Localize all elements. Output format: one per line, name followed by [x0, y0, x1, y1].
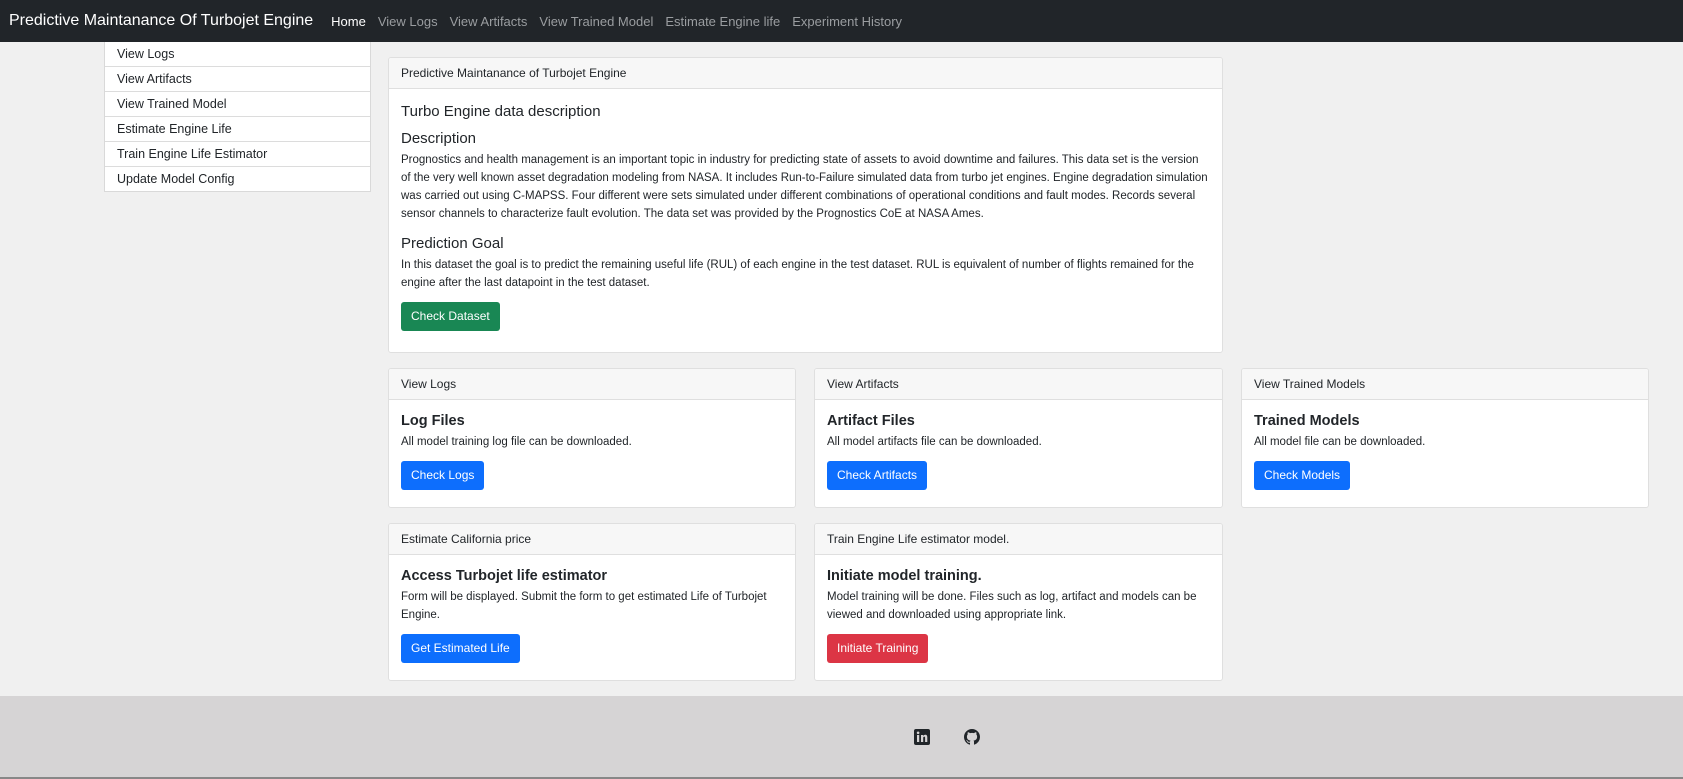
- card-title: Artifact Files: [827, 413, 915, 429]
- check-dataset-button[interactable]: Check Dataset: [401, 302, 500, 331]
- sidebar-item-update-model-config[interactable]: Update Model Config: [105, 166, 370, 191]
- card-header: Estimate California price: [389, 524, 795, 555]
- card-text: All model file can be downloaded.: [1254, 436, 1426, 448]
- card-text: All model training log file can be downl…: [401, 436, 632, 448]
- nav-home[interactable]: Home: [331, 14, 366, 29]
- card-text: Form will be displayed. Submit the form …: [401, 591, 767, 621]
- nav-view-trained-model[interactable]: View Trained Model: [539, 14, 653, 29]
- description-card: Predictive Maintanance of Turbojet Engin…: [388, 57, 1223, 353]
- sidebar: View Logs View Artifacts View Trained Mo…: [104, 42, 371, 192]
- sidebar-item-train-engine-life-estimator[interactable]: Train Engine Life Estimator: [105, 141, 370, 166]
- github-icon[interactable]: [964, 729, 980, 745]
- initiate-training-button[interactable]: Initiate Training: [827, 634, 929, 663]
- train-model-card: Train Engine Life estimator model. Initi…: [814, 523, 1223, 681]
- sidebar-item-view-trained-model[interactable]: View Trained Model: [105, 91, 370, 116]
- footer: [0, 696, 1683, 779]
- view-trained-models-card: View Trained Models Trained Models All m…: [1241, 368, 1649, 508]
- sidebar-item-view-logs[interactable]: View Logs: [105, 42, 370, 66]
- description-heading: Description: [401, 130, 477, 147]
- prediction-goal-text: In this dataset the goal is to predict t…: [401, 259, 1194, 289]
- check-artifacts-button[interactable]: Check Artifacts: [827, 461, 928, 490]
- nav-experiment-history[interactable]: Experiment History: [792, 14, 902, 29]
- card-header: Predictive Maintanance of Turbojet Engin…: [389, 58, 1222, 89]
- check-models-button[interactable]: Check Models: [1254, 461, 1351, 490]
- card-title: Access Turbojet life estimator: [401, 568, 608, 584]
- sidebar-item-estimate-engine-life[interactable]: Estimate Engine Life: [105, 116, 370, 141]
- get-estimated-life-button[interactable]: Get Estimated Life: [401, 634, 520, 663]
- nav-estimate-engine-life[interactable]: Estimate Engine life: [665, 14, 780, 29]
- linkedin-icon[interactable]: [914, 729, 930, 745]
- card-header: View Logs: [389, 369, 795, 400]
- description-text: Prognostics and health management is an …: [401, 154, 1208, 220]
- sidebar-item-view-artifacts[interactable]: View Artifacts: [105, 66, 370, 91]
- view-artifacts-card: View Artifacts Artifact Files All model …: [814, 368, 1223, 508]
- estimate-life-card: Estimate California price Access Turboje…: [388, 523, 796, 681]
- card-header: View Trained Models: [1242, 369, 1648, 400]
- prediction-goal-heading: Prediction Goal: [401, 235, 504, 252]
- card-title: Turbo Engine data description: [401, 103, 601, 120]
- nav-view-artifacts[interactable]: View Artifacts: [450, 14, 528, 29]
- check-logs-button[interactable]: Check Logs: [401, 461, 485, 490]
- card-header: View Artifacts: [815, 369, 1222, 400]
- card-title: Initiate model training.: [827, 568, 982, 584]
- view-logs-card: View Logs Log Files All model training l…: [388, 368, 796, 508]
- card-title: Trained Models: [1254, 413, 1360, 429]
- card-text: Model training will be done. Files such …: [827, 591, 1197, 621]
- card-title: Log Files: [401, 413, 465, 429]
- top-navbar: Predictive Maintanance Of Turbojet Engin…: [0, 0, 1683, 42]
- navbar-brand[interactable]: Predictive Maintanance Of Turbojet Engin…: [9, 12, 313, 30]
- nav-view-logs[interactable]: View Logs: [378, 14, 438, 29]
- card-text: All model artifacts file can be download…: [827, 436, 1042, 448]
- card-header: Train Engine Life estimator model.: [815, 524, 1222, 555]
